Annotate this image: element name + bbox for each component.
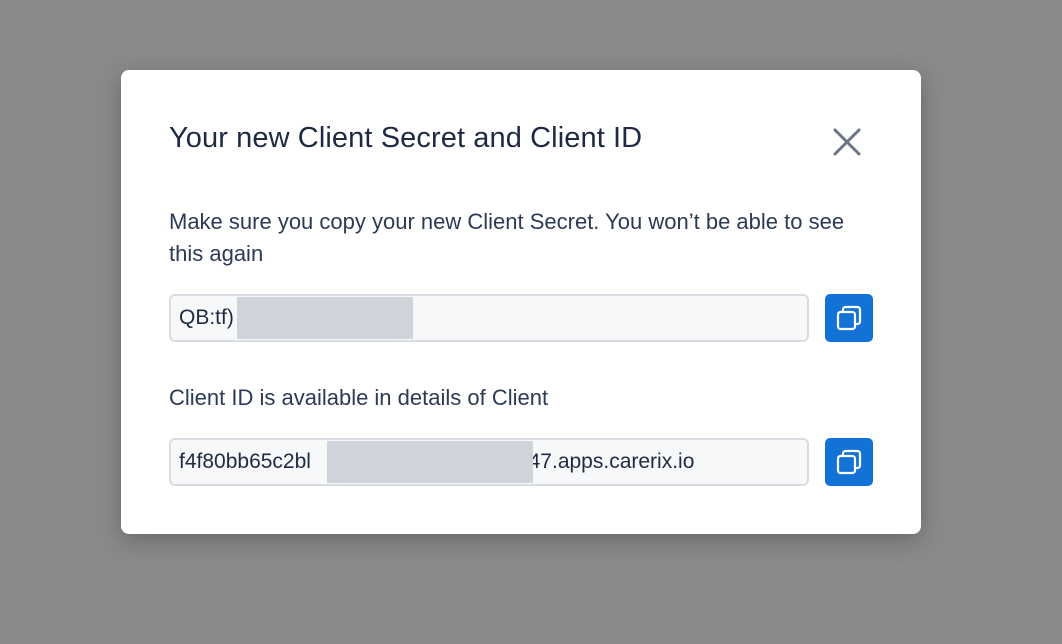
close-button[interactable] — [827, 122, 867, 162]
close-icon — [832, 127, 862, 157]
redaction-block — [237, 297, 413, 339]
copy-client-id-button[interactable] — [825, 438, 873, 486]
client-id-value-end: b47.apps.carerix.io — [516, 450, 695, 473]
client-secret-dialog: Your new Client Secret and Client ID Mak… — [121, 70, 921, 534]
client-secret-value: QB:tf) — [179, 306, 234, 329]
redaction-block — [327, 441, 533, 483]
dialog-title: Your new Client Secret and Client ID — [169, 122, 643, 154]
copy-client-secret-button[interactable] — [825, 294, 873, 342]
copy-icon — [836, 305, 862, 331]
client-id-field[interactable]: f4f80bb65c2bl b47.apps.carerix.io — [169, 438, 809, 486]
client-id-label: Client ID is available in details of Cli… — [169, 385, 549, 410]
client-id-value-start: f4f80bb65c2bl — [179, 450, 311, 473]
copy-icon — [836, 449, 862, 475]
dialog-description: Make sure you copy your new Client Secre… — [169, 209, 845, 266]
client-secret-field[interactable]: QB:tf) — [169, 294, 809, 342]
